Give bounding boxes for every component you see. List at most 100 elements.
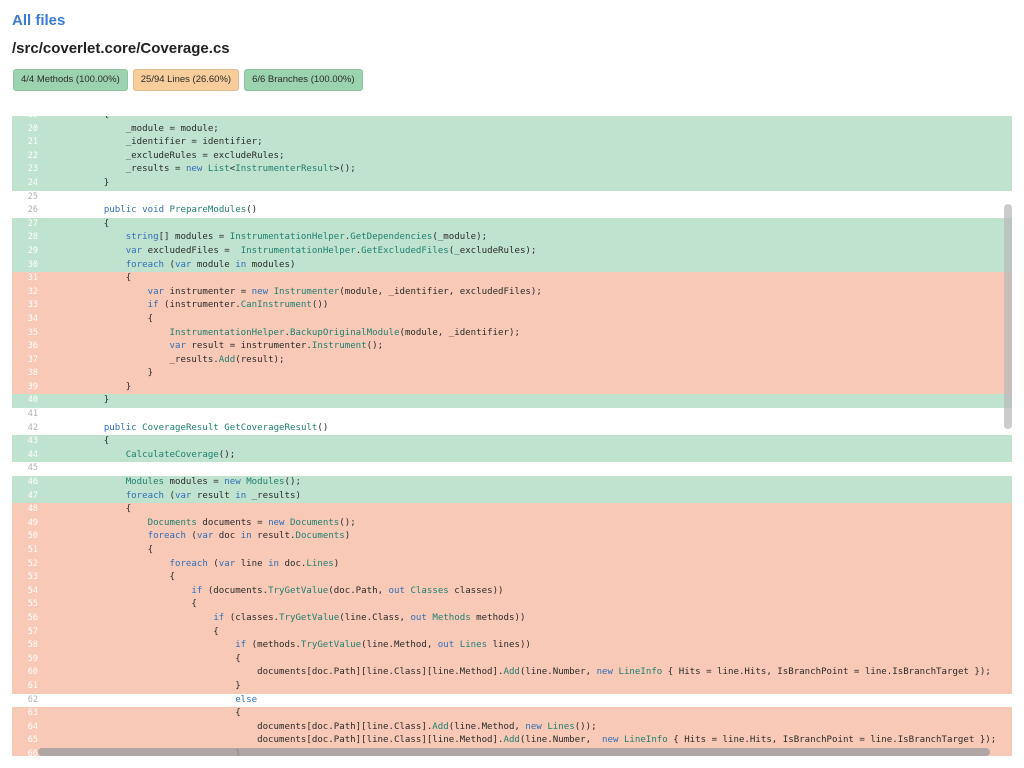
line-source: {: [60, 545, 154, 555]
line-number: 64: [27, 721, 38, 732]
line-number: 55: [27, 599, 38, 610]
line-number: 54: [27, 585, 38, 596]
code-line: 45: [12, 462, 1012, 477]
line-number: 53: [27, 572, 38, 583]
code-line: 38 }: [12, 367, 1012, 381]
horizontal-scrollbar[interactable]: [38, 748, 990, 756]
code-line: 29 var excludedFiles = InstrumentationHe…: [12, 244, 1012, 259]
code-line: 64 documents[doc.Path][line.Class].Add(l…: [12, 720, 1012, 735]
code-line: 19 {: [12, 116, 1012, 123]
line-number: 20: [27, 123, 38, 134]
code-line: 43 {: [12, 435, 1012, 449]
line-source: {: [60, 626, 219, 637]
line-number: 44: [27, 449, 38, 460]
line-number: 26: [27, 205, 38, 216]
line-number: 37: [27, 354, 38, 365]
line-source: string[] modules = InstrumentationHelper…: [125, 232, 488, 243]
line-source: foreach (var line in doc.Lines): [169, 558, 340, 569]
line-source: {: [60, 708, 241, 719]
code-line: 58 if (methods.TryGetValue(line.Method, …: [12, 639, 1012, 653]
code-line: 20 _module = module;: [12, 122, 1012, 137]
line-source: _excludeRules = excludeRules;: [60, 150, 285, 161]
line-source: if (documents.TryGetValue(doc.Path, out …: [191, 585, 504, 596]
line-number: 40: [27, 395, 38, 406]
line-number: 39: [27, 381, 38, 392]
line-number: 45: [27, 463, 38, 474]
line-source: var excludedFiles = InstrumentationHelpe…: [125, 245, 537, 256]
code-line: 56 if (classes.TryGetValue(line.Class, o…: [12, 611, 1012, 626]
line-number: 62: [27, 694, 38, 705]
code-line: 48 {: [12, 503, 1012, 517]
line-number: 42: [27, 422, 38, 433]
line-source: {: [60, 273, 132, 284]
line-number: 41: [27, 409, 38, 420]
line-source: else: [235, 694, 258, 705]
line-number: 59: [27, 653, 38, 664]
line-source: if (instrumenter.CanInstrument()): [147, 300, 329, 311]
code-line: 39 }: [12, 380, 1012, 395]
line-number: 43: [27, 436, 38, 447]
code-line: 30 foreach (var module in modules): [12, 258, 1012, 273]
line-source: }: [60, 395, 110, 406]
line-source: _module = module;: [60, 123, 219, 134]
line-number: 50: [27, 531, 38, 542]
code-line: 36 var result = instrumenter.Instrument(…: [12, 340, 1012, 354]
line-number: 30: [27, 259, 38, 270]
line-source: foreach (var doc in result.Documents): [147, 531, 351, 542]
code-line: 42 public CoverageResult GetCoverageResu…: [12, 421, 1012, 436]
code-line: 49 Documents documents = new Documents()…: [12, 516, 1012, 531]
line-number: 27: [27, 218, 38, 229]
code-line: 53 {: [12, 571, 1012, 585]
line-number: 46: [27, 477, 38, 488]
code-line: 34 {: [12, 312, 1012, 327]
coverage-badges: 4/4 Methods (100.00%) 25/94 Lines (26.60…: [13, 69, 363, 91]
line-number: 65: [27, 735, 38, 746]
code-line: 21 _identifier = identifier;: [12, 136, 1012, 150]
line-number: 23: [27, 164, 38, 175]
code-line: 63 {: [12, 707, 1012, 721]
code-line: 62 else: [12, 693, 1012, 708]
line-source: Documents documents = new Documents();: [147, 517, 356, 528]
methods-coverage-badge: 4/4 Methods (100.00%): [13, 69, 128, 91]
line-number: 35: [27, 327, 38, 338]
code-line: 37 _results.Add(result);: [12, 353, 1012, 368]
line-number: 56: [27, 612, 38, 623]
line-number: 38: [27, 368, 38, 379]
code-line: 60 documents[doc.Path][line.Class][line.…: [12, 666, 1012, 680]
line-number: 32: [27, 286, 38, 297]
line-source: {: [60, 572, 175, 583]
line-number: 66: [27, 748, 38, 756]
code-line: 47 foreach (var result in _results): [12, 489, 1012, 504]
line-number: 48: [27, 504, 38, 515]
line-source: CalculateCoverage();: [125, 449, 236, 460]
code-line: 46 Modules modules = new Modules();: [12, 476, 1012, 490]
line-source: var instrumenter = new Instrumenter(modu…: [147, 286, 542, 297]
line-source: }: [60, 680, 241, 691]
line-number: 61: [27, 680, 38, 691]
line-number: 29: [27, 245, 38, 256]
file-path-title: /src/coverlet.core/Coverage.cs: [12, 40, 230, 57]
line-source: {: [60, 116, 109, 123]
line-source: {: [60, 504, 132, 515]
code-line: 40 }: [12, 394, 1012, 409]
line-source: {: [60, 218, 110, 229]
code-line: 41: [12, 408, 1012, 422]
line-number: 57: [27, 626, 38, 637]
line-source: InstrumentationHelper.BackupOriginalModu…: [169, 327, 520, 338]
code-line: 35 InstrumentationHelper.BackupOriginalM…: [12, 326, 1012, 341]
code-line: 57 {: [12, 625, 1012, 640]
all-files-link[interactable]: All files: [12, 12, 65, 29]
line-number: 51: [27, 545, 38, 555]
line-number: 60: [27, 667, 38, 678]
line-number: 25: [27, 191, 38, 202]
vertical-scrollbar[interactable]: [1004, 204, 1012, 429]
line-source: public CoverageResult GetCoverageResult(…: [103, 422, 329, 433]
line-source: public void PrepareModules(): [103, 205, 258, 216]
line-source: {: [60, 599, 197, 610]
code-line: 27 {: [12, 217, 1012, 232]
line-number: 49: [27, 517, 38, 528]
source-code-view[interactable]: 19 {20 _module = module;21 _identifier =…: [12, 116, 1012, 756]
line-number: 34: [27, 313, 38, 324]
code-line: 44 CalculateCoverage();: [12, 448, 1012, 463]
line-number: 21: [27, 137, 38, 148]
